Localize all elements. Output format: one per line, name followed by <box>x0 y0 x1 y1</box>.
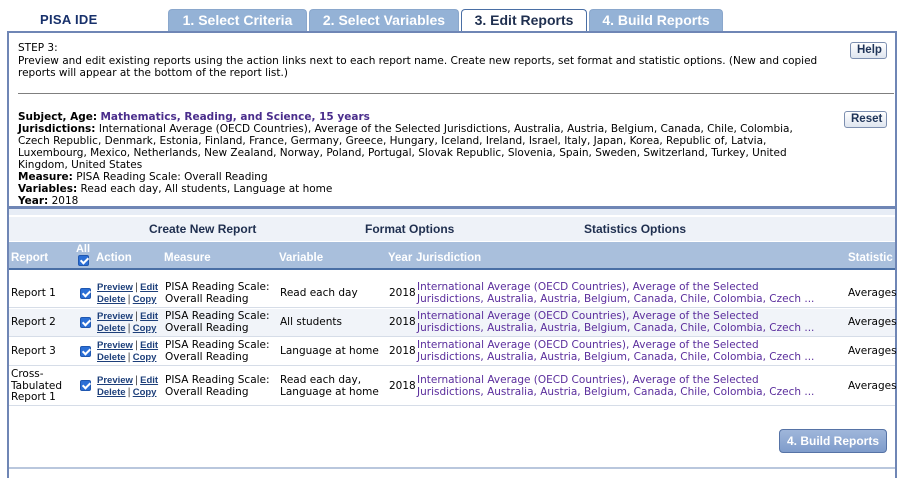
report-checkbox[interactable] <box>80 288 91 299</box>
measure-label: Measure: <box>18 171 73 183</box>
year-cell: 2018 <box>389 345 416 357</box>
statistic-cell: Averages <box>848 287 897 299</box>
copy-link[interactable]: Copy <box>133 352 157 363</box>
header-all: All <box>75 244 91 269</box>
year-cell: 2018 <box>389 287 416 299</box>
header-report: Report <box>11 252 49 264</box>
step-instructions: Preview and edit existing reports using … <box>18 55 818 79</box>
jurisdiction-link[interactable]: International Average (OECD Countries), … <box>417 281 822 305</box>
divider <box>18 93 894 94</box>
create-new-report-link[interactable]: Create New Report <box>149 222 256 236</box>
tab-select-criteria[interactable]: 1. Select Criteria <box>168 9 307 31</box>
measure-cell: PISA Reading Scale: Overall Reading <box>165 339 270 363</box>
variables-value: Read each day, All students, Language at… <box>80 183 333 195</box>
variable-cell: All students <box>280 316 342 328</box>
format-options-link[interactable]: Format Options <box>365 222 454 236</box>
measure-cell: PISA Reading Scale: Overall Reading <box>165 310 270 334</box>
section-divider-light <box>9 209 895 215</box>
header-action: Action <box>96 252 132 264</box>
header-jurisdiction: Jurisdiction <box>416 252 482 264</box>
report-name: Report 2 <box>11 316 56 328</box>
tab-edit-reports[interactable]: 3. Edit Reports <box>461 9 587 32</box>
action-links: Preview | Edit Delete | Copy <box>97 340 159 363</box>
table-row: Report 1 Preview | Edit Delete | Copy PISA R… <box>9 280 897 308</box>
action-links: Preview | Edit Delete | Copy <box>97 282 159 305</box>
variable-cell: Read each day <box>280 287 358 299</box>
tab-select-variables[interactable]: 2. Select Variables <box>309 9 459 31</box>
copy-link[interactable]: Copy <box>133 294 157 305</box>
edit-reports-panel: STEP 3: Preview and edit existing report… <box>7 31 897 478</box>
delete-link[interactable]: Delete <box>97 352 126 363</box>
table-row: Cross-Tabulated Report 1 Preview | Edit De… <box>9 367 897 406</box>
step-title: STEP 3: <box>18 42 58 54</box>
delete-link[interactable]: Delete <box>97 294 126 305</box>
header-variable: Variable <box>279 252 324 264</box>
jurisdiction-link[interactable]: International Average (OECD Countries), … <box>417 339 822 363</box>
subject-label: Subject, Age: <box>18 111 98 123</box>
report-checkbox[interactable] <box>80 346 91 357</box>
jurisdictions-label: Jurisdictions: <box>18 123 96 135</box>
copy-link[interactable]: Copy <box>133 323 157 334</box>
table-row: Report 2 Preview | Edit Delete | Copy PISA R… <box>9 309 897 337</box>
statistic-cell: Averages <box>848 380 897 392</box>
app-logo: PISA IDE <box>40 12 98 27</box>
copy-link[interactable]: Copy <box>133 387 157 398</box>
select-all-checkbox[interactable] <box>77 255 89 266</box>
edit-link[interactable]: Edit <box>140 340 158 351</box>
action-links: Preview | Edit Delete | Copy <box>97 311 159 334</box>
edit-link[interactable]: Edit <box>140 282 158 293</box>
variable-cell: Read each day, Language at home <box>280 374 379 398</box>
year-cell: 2018 <box>389 316 416 328</box>
header-year: Year <box>388 252 413 264</box>
build-reports-button[interactable]: 4. Build Reports <box>779 429 887 453</box>
variables-label: Variables: <box>18 183 78 195</box>
variable-cell: Language at home <box>280 345 379 357</box>
header-all-label: All <box>75 243 91 255</box>
edit-link[interactable]: Edit <box>140 375 158 386</box>
header-statistic: Statistic <box>848 252 893 264</box>
jurisdiction-link[interactable]: International Average (OECD Countries), … <box>417 310 822 334</box>
table-header: Report All Action Measure Variable Year … <box>9 242 895 270</box>
delete-link[interactable]: Delete <box>97 323 126 334</box>
report-checkbox[interactable] <box>80 380 91 391</box>
help-button[interactable]: Help <box>850 42 887 59</box>
measure-value: PISA Reading Scale: Overall Reading <box>76 171 268 183</box>
preview-link[interactable]: Preview <box>97 311 133 322</box>
preview-link[interactable]: Preview <box>97 282 133 293</box>
top-bar: PISA IDE 1. Select Criteria 2. Select Va… <box>0 0 900 32</box>
tab-build-reports[interactable]: 4. Build Reports <box>589 9 723 31</box>
preview-link[interactable]: Preview <box>97 340 133 351</box>
statistic-cell: Averages <box>848 345 897 357</box>
report-name: Report 1 <box>11 287 56 299</box>
jurisdictions-value: International Average (OECD Countries), … <box>18 123 793 171</box>
report-name: Cross-Tabulated Report 1 <box>11 368 63 403</box>
edit-link[interactable]: Edit <box>140 311 158 322</box>
statistics-options-link[interactable]: Statistics Options <box>584 222 686 236</box>
measure-cell: PISA Reading Scale: Overall Reading <box>165 281 270 305</box>
subject-value: Mathematics, Reading, and Science, 15 ye… <box>100 111 370 123</box>
footer-divider <box>9 467 895 469</box>
options-bar: Create New Report Format Options Statist… <box>9 217 895 241</box>
preview-link[interactable]: Preview <box>97 375 133 386</box>
measure-cell: PISA Reading Scale: Overall Reading <box>165 374 270 398</box>
table-row: Report 3 Preview | Edit Delete | Copy PISA R… <box>9 338 897 366</box>
delete-link[interactable]: Delete <box>97 387 126 398</box>
action-links: Preview | Edit Delete | Copy <box>97 375 159 398</box>
jurisdiction-link[interactable]: International Average (OECD Countries), … <box>417 374 822 398</box>
header-measure: Measure <box>164 252 211 264</box>
reset-button[interactable]: Reset <box>844 111 887 128</box>
report-checkbox[interactable] <box>80 317 91 328</box>
statistic-cell: Averages <box>848 316 897 328</box>
report-name: Report 3 <box>11 345 56 357</box>
year-cell: 2018 <box>389 380 416 392</box>
criteria-summary: Subject, Age: Mathematics, Reading, and … <box>18 111 818 207</box>
